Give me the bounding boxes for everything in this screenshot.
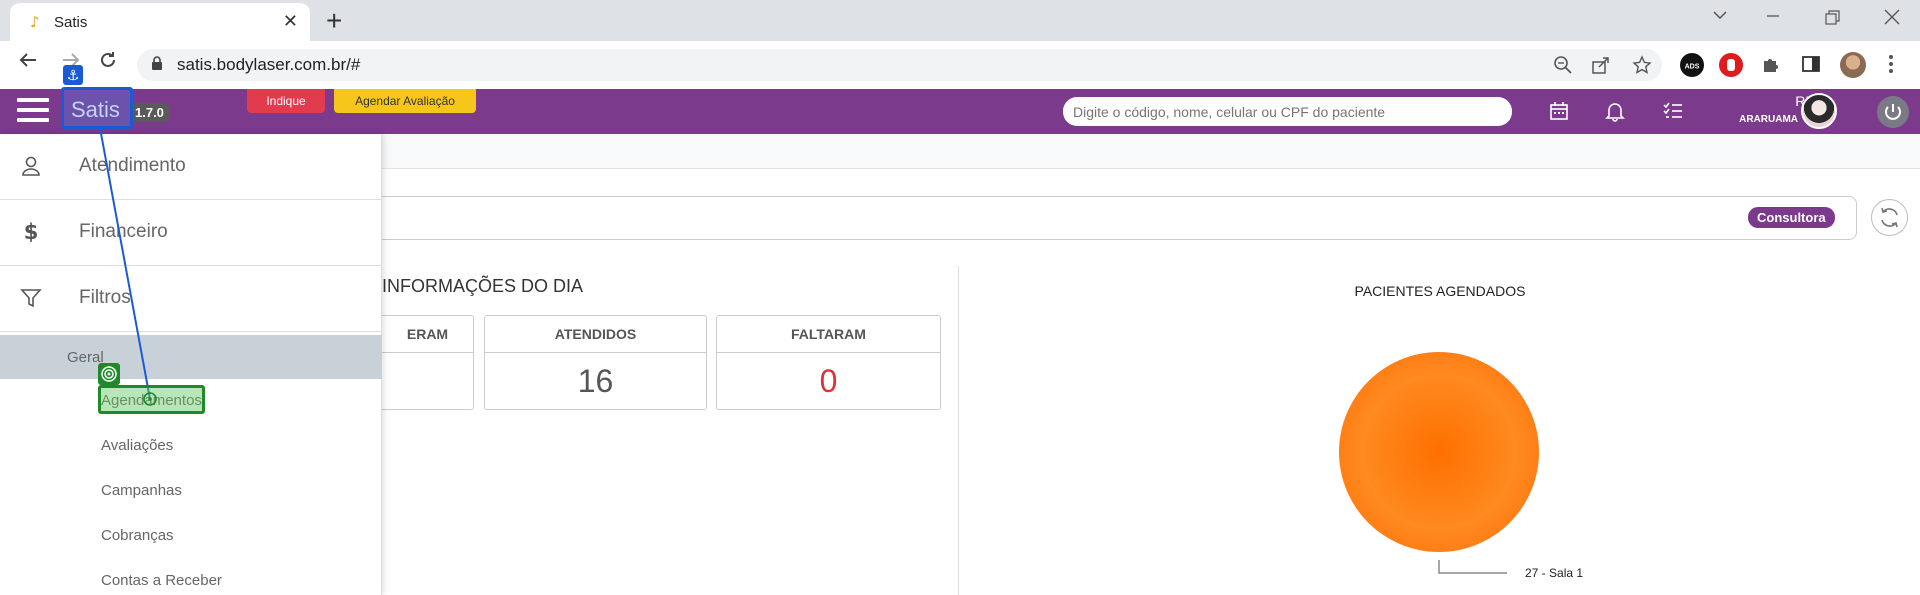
pie-leader-line — [1438, 560, 1507, 574]
indique-button[interactable]: Indique — [247, 89, 325, 113]
sidebar-subitem-contas-a-receber[interactable]: Contas a Receber — [101, 572, 222, 589]
adblock-extension-icon[interactable] — [1719, 53, 1743, 77]
share-icon[interactable] — [1591, 55, 1611, 79]
close-window-icon[interactable] — [1883, 8, 1901, 31]
anchor-highlight — [61, 87, 133, 129]
side-panel-icon[interactable] — [1801, 54, 1821, 78]
power-icon[interactable] — [1877, 96, 1909, 128]
target-crosshair-icon — [143, 392, 157, 406]
tab-title: Satis — [54, 14, 88, 31]
version-badge: 1.7.0 — [129, 103, 170, 122]
breadcrumb-bar — [382, 134, 1920, 169]
calendar-icon[interactable] — [1548, 100, 1570, 122]
address-bar[interactable]: satis.bodylaser.com.br/# — [137, 49, 1662, 81]
user-icon — [22, 156, 40, 176]
menu-toggle-icon[interactable] — [17, 98, 49, 126]
sidebar-item-financeiro[interactable]: $ Financeiro — [0, 200, 382, 266]
sidebar-subitem-avaliacoes[interactable]: Avaliações — [101, 437, 173, 454]
new-tab-icon[interactable]: + — [326, 6, 342, 36]
anchor-icon: ⚓ — [63, 65, 83, 85]
sidebar-drawer: Atendimento $ Financeiro Filtros Geral A… — [0, 134, 382, 595]
patient-search-input[interactable] — [1063, 97, 1512, 126]
user-unit: ARARUAMA — [1739, 114, 1798, 125]
filter-icon — [20, 289, 42, 308]
sidebar-subitem-campanhas[interactable]: Campanhas — [101, 482, 182, 499]
filter-bar[interactable] — [382, 196, 1857, 240]
svg-text:ADS: ADS — [1685, 64, 1700, 71]
column-divider — [958, 266, 959, 595]
tab-search-icon[interactable] — [1712, 8, 1728, 26]
sidebar-item-label: Filtros — [79, 287, 131, 308]
url-text: satis.bodylaser.com.br/# — [177, 55, 361, 74]
pacientes-agendados-pie-chart: 27 - Sala 1 — [1339, 352, 1583, 580]
refresh-icon[interactable] — [1871, 199, 1908, 236]
ads-extension-icon[interactable]: ADS — [1680, 53, 1704, 77]
pie-slice — [1339, 352, 1539, 552]
close-tab-icon[interactable]: ✕ — [283, 11, 298, 32]
sidebar-item-filtros[interactable]: Filtros — [0, 266, 382, 332]
agendar-avaliacao-button[interactable]: Agendar Avaliação — [334, 89, 476, 113]
consultora-filter-badge[interactable]: Consultora — [1748, 207, 1835, 228]
zoom-icon[interactable] — [1553, 55, 1573, 79]
bell-icon[interactable] — [1604, 100, 1626, 122]
stat-card-faltaram: FALTARAM 0 — [716, 315, 941, 410]
pie-label: 27 - Sala 1 — [1525, 566, 1583, 580]
satis-favicon-icon: ♪ — [30, 13, 40, 31]
profile-avatar[interactable] — [1840, 52, 1866, 78]
minimize-icon[interactable] — [1764, 6, 1782, 29]
reload-icon[interactable] — [97, 49, 119, 80]
user-avatar[interactable] — [1801, 93, 1837, 129]
stat-card-eram: ERAM — [382, 315, 474, 410]
stat-value: 16 — [577, 363, 614, 399]
sidebar-item-atendimento[interactable]: Atendimento — [0, 134, 382, 200]
restore-icon[interactable] — [1824, 10, 1840, 31]
browser-menu-icon[interactable] — [1888, 54, 1894, 78]
stat-label: ERAM — [382, 316, 473, 353]
checklist-icon[interactable] — [1662, 100, 1684, 122]
stat-label: ATENDIDOS — [485, 316, 706, 353]
dollar-icon: $ — [24, 221, 39, 243]
bookmark-star-icon[interactable] — [1632, 55, 1652, 79]
target-icon — [98, 363, 120, 385]
sidebar-subitem-cobrancas[interactable]: Cobranças — [101, 527, 174, 544]
sidebar-item-label: Financeiro — [79, 221, 168, 242]
browser-tab[interactable]: ♪ Satis ✕ — [10, 3, 310, 41]
svg-text:$: $ — [24, 221, 39, 243]
sidebar-item-label: Atendimento — [79, 155, 186, 176]
extensions-puzzle-icon[interactable] — [1761, 54, 1781, 78]
back-icon[interactable] — [17, 49, 39, 80]
sidebar-group-geral[interactable]: Geral — [0, 335, 382, 379]
stat-label: FALTARAM — [717, 316, 940, 353]
stat-card-atendidos: ATENDIDOS 16 — [484, 315, 707, 410]
section-title: INFORMAÇÕES DO DIA — [382, 276, 584, 296]
lock-icon — [152, 56, 162, 70]
stat-value: 0 — [819, 363, 838, 399]
chart-title: PACIENTES AGENDADOS — [1354, 283, 1526, 299]
